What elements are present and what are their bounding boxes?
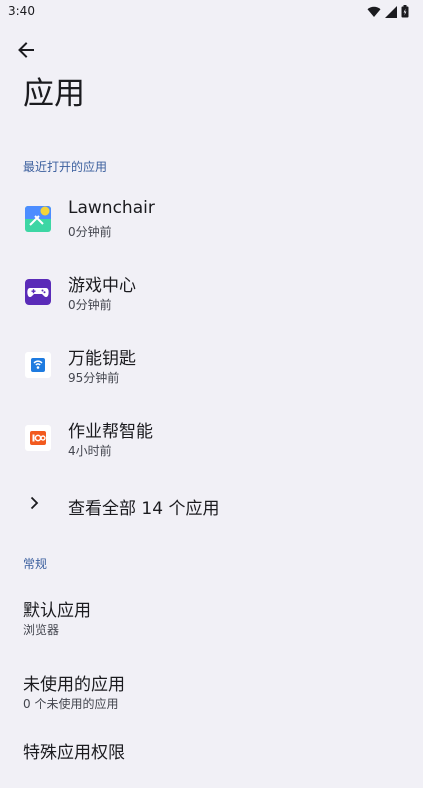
app-name: 万能钥匙: [68, 349, 136, 369]
pref-title: 特殊应用权限: [23, 743, 125, 763]
signal-icon: [385, 5, 397, 18]
wifi-icon: [367, 6, 381, 17]
default-apps-item[interactable]: 默认应用 浏览器: [0, 590, 423, 646]
battery-icon: [401, 5, 409, 18]
app-last-used: 0分钟前: [68, 298, 112, 312]
recent-app-row[interactable]: 作业帮智能 4小时前: [0, 409, 423, 469]
recent-app-row[interactable]: Lawnchair 0分钟前: [0, 190, 423, 250]
status-bar: 3:40: [0, 0, 423, 24]
app-last-used: 95分钟前: [68, 371, 120, 385]
zuoyebang-icon: [25, 425, 51, 451]
game-center-icon: [25, 279, 51, 305]
unused-apps-item[interactable]: 未使用的应用 0 个未使用的应用: [0, 664, 423, 720]
section-header-recent: 最近打开的应用: [23, 160, 108, 174]
pref-title: 未使用的应用: [23, 675, 125, 695]
see-all-apps-button[interactable]: 查看全部 14 个应用: [0, 482, 423, 528]
see-all-apps-label: 查看全部 14 个应用: [68, 499, 220, 519]
recent-app-row[interactable]: 游戏中心 0分钟前: [0, 263, 423, 323]
section-header-general: 常规: [23, 557, 48, 571]
app-name: 游戏中心: [68, 276, 136, 296]
lawnchair-icon: [25, 206, 51, 232]
app-name: Lawnchair: [68, 198, 155, 218]
special-app-access-item[interactable]: 特殊应用权限: [0, 732, 423, 788]
app-last-used: 0分钟前: [68, 225, 112, 239]
arrow-back-icon: [18, 42, 34, 58]
app-name: 作业帮智能: [68, 422, 153, 442]
app-last-used: 4小时前: [68, 444, 112, 458]
page-title: 应用: [23, 76, 85, 112]
wifi-key-icon: [25, 352, 51, 378]
pref-title: 默认应用: [23, 601, 91, 621]
recent-app-row[interactable]: 万能钥匙 95分钟前: [0, 336, 423, 396]
chevron-right-icon: [30, 496, 39, 510]
status-time: 3:40: [8, 4, 35, 18]
pref-summary: 浏览器: [23, 623, 60, 637]
pref-summary: 0 个未使用的应用: [23, 697, 119, 711]
status-icons: [367, 5, 409, 18]
back-button[interactable]: [12, 36, 40, 64]
